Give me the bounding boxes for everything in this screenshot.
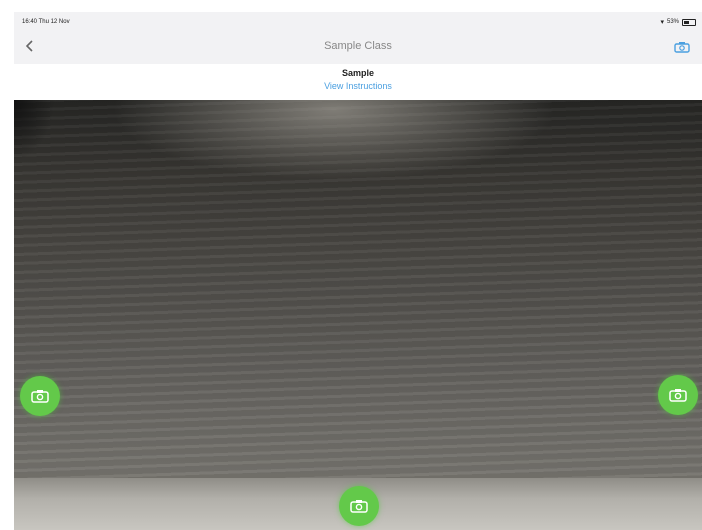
camera-preview-shadow [14,100,54,160]
device-screen: 16:40 Thu 12 Nov ▾ 53% Sample Class Samp… [14,12,702,530]
camera-icon [674,42,690,53]
capture-button-left[interactable] [20,376,60,416]
capture-button-bottom[interactable] [339,486,379,526]
status-bar: 16:40 Thu 12 Nov ▾ 53% [14,12,702,30]
nav-title: Sample Class [324,40,392,52]
wifi-icon: ▾ [660,19,664,26]
camera-icon [669,389,687,402]
battery-icon [682,18,696,26]
battery-percent: 53% [666,19,679,25]
camera-icon [350,500,368,513]
sample-header: Sample View Instructions [14,64,702,100]
navigation-bar: Sample Class [14,30,702,65]
capture-button-right[interactable] [658,375,698,415]
camera-icon [31,390,49,403]
status-datetime: 16:40 Thu 12 Nov [22,19,70,25]
camera-switch-button[interactable] [674,40,690,53]
sample-title: Sample [341,68,374,78]
view-instructions-link[interactable]: View Instructions [14,81,702,91]
status-time: 16:40 [22,19,38,25]
camera-preview [14,100,702,478]
status-indicators: ▾ 53% [660,18,696,26]
status-date: Thu 12 Nov [38,19,70,25]
